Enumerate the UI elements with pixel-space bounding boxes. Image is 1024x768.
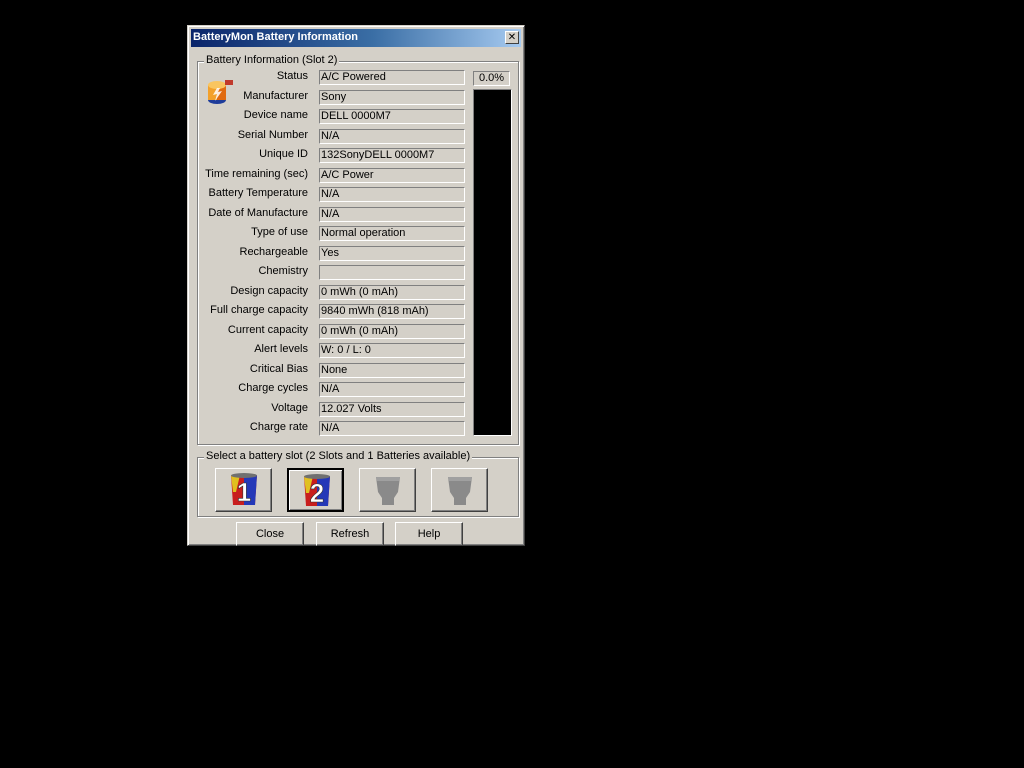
field-value: W: 0 / L: 0 — [319, 343, 465, 358]
field-value: None — [319, 363, 465, 378]
field-value: Normal operation — [319, 226, 465, 241]
field-label: Status — [276, 70, 308, 82]
field-label: Current capacity — [227, 324, 308, 336]
charge-percent-display: 0.0% — [473, 71, 510, 86]
field-label: Type of use — [251, 226, 308, 238]
field-value: 132SonyDELL 0000M7 — [319, 148, 465, 163]
field-value: Yes — [319, 246, 465, 261]
field-label: Charge rate — [249, 421, 308, 433]
battery-app-icon — [208, 80, 233, 104]
field-value: N/A — [319, 382, 465, 397]
field-label: Chemistry — [258, 265, 308, 277]
battery-slot-group-title: Select a battery slot (2 Slots and 1 Bat… — [204, 450, 473, 462]
field-label: Alert levels — [254, 343, 308, 355]
field-value: N/A — [319, 187, 465, 202]
field-label: Date of Manufacture — [208, 207, 308, 219]
title-bar[interactable]: BatteryMon Battery Information ✕ — [191, 29, 521, 47]
battery-slot-1-button[interactable]: 1 — [215, 468, 272, 512]
field-label: Rechargeable — [239, 246, 309, 258]
battery-slot-4-button[interactable] — [431, 468, 488, 512]
field-value: A/C Powered — [319, 70, 465, 85]
battery-slot-group: Select a battery slot (2 Slots and 1 Bat… — [197, 450, 519, 517]
field-label: Serial Number — [237, 129, 308, 141]
field-label: Voltage — [271, 402, 308, 414]
field-value: N/A — [319, 207, 465, 222]
field-value: Sony — [319, 90, 465, 105]
field-label: Unique ID — [259, 148, 308, 160]
empty-slot-icon — [376, 477, 400, 505]
field-value: A/C Power — [319, 168, 465, 183]
battery-information-group: Battery Information (Slot 2) 0.0% Status… — [197, 54, 519, 445]
charge-level-meter — [473, 89, 512, 436]
field-value: DELL 0000M7 — [319, 109, 465, 124]
field-label: Charge cycles — [238, 382, 308, 394]
field-value: 0 mWh (0 mAh) — [319, 324, 465, 339]
refresh-button[interactable]: Refresh — [316, 522, 384, 546]
title-close-button[interactable]: ✕ — [505, 31, 519, 44]
battery-icon: 2 — [304, 474, 330, 508]
field-label: Critical Bias — [249, 363, 308, 375]
field-label: Design capacity — [230, 285, 308, 297]
field-label: Full charge capacity — [210, 304, 308, 316]
field-value: 0 mWh (0 mAh) — [319, 285, 465, 300]
battery-info-window: BatteryMon Battery Information ✕ Battery… — [187, 25, 525, 546]
field-label: Time remaining (sec) — [205, 168, 308, 180]
empty-slot-icon — [448, 477, 472, 505]
field-label: Battery Temperature — [208, 187, 308, 199]
field-value: 12.027 Volts — [319, 402, 465, 417]
battery-slot-3-button[interactable] — [359, 468, 416, 512]
field-value: N/A — [319, 421, 465, 436]
window-title: BatteryMon Battery Information — [193, 31, 359, 43]
field-value — [319, 265, 465, 280]
battery-information-group-title: Battery Information (Slot 2) — [204, 54, 340, 66]
help-button[interactable]: Help — [395, 522, 463, 546]
field-value: N/A — [319, 129, 465, 144]
close-button[interactable]: Close — [236, 522, 304, 546]
slot-number: 2 — [310, 478, 324, 508]
battery-icon: 1 — [231, 473, 257, 507]
battery-slot-2-button[interactable]: 2 — [287, 468, 344, 512]
field-label: Manufacturer — [243, 90, 308, 102]
slot-number: 1 — [237, 477, 251, 507]
field-value: 9840 mWh (818 mAh) — [319, 304, 465, 319]
field-label: Device name — [243, 109, 308, 121]
